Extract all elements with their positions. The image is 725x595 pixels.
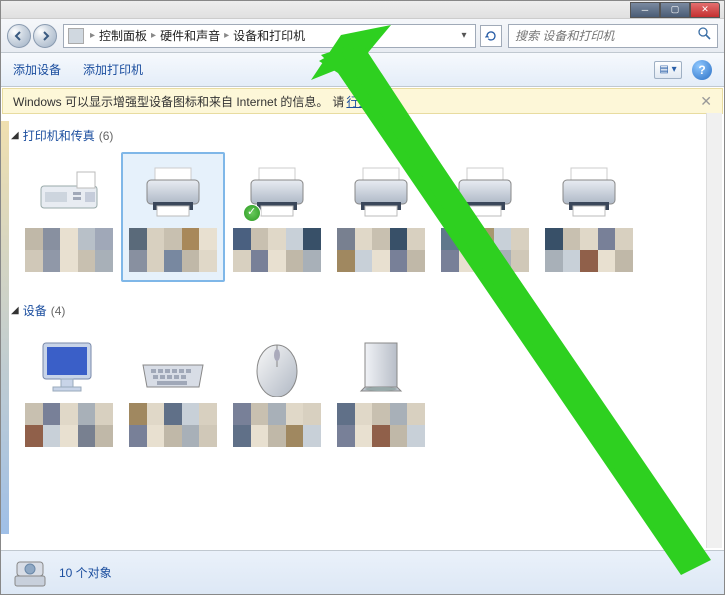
maximize-button[interactable]: ▢ — [660, 2, 690, 18]
breadcrumb-devices-printers[interactable]: 设备和打印机 — [229, 27, 309, 44]
info-bar: Windows 可以显示增强型设备图标和来自 Internet 的信息。 请 行… — [2, 88, 723, 114]
drive-icon — [345, 335, 417, 399]
search-input[interactable] — [515, 29, 697, 43]
printer-icon — [241, 160, 313, 224]
explorer-window: ─ ▢ ✕ ▸ 控制面板 ▸ 硬件和声音 ▸ 设备和打印机 ▾ — [0, 0, 725, 595]
device-item[interactable] — [17, 152, 121, 282]
minimize-button[interactable]: ─ — [630, 2, 660, 18]
devices-count: (4) — [51, 304, 66, 318]
breadcrumb: ▸ 控制面板 ▸ 硬件和声音 ▸ 设备和打印机 — [90, 27, 457, 44]
printer-icon — [553, 160, 625, 224]
label-blur — [129, 403, 217, 447]
search-box[interactable] — [508, 24, 718, 48]
label-blur — [233, 228, 321, 272]
keyboard-icon — [137, 335, 209, 399]
device-item[interactable] — [433, 152, 537, 282]
location-icon — [68, 28, 84, 44]
refresh-button[interactable] — [480, 25, 502, 47]
device-item[interactable] — [537, 152, 641, 282]
toolbar: 添加设备 添加打印机 ▤ ▾ ? — [1, 53, 724, 87]
printers-title: 打印机和传真 — [23, 127, 95, 144]
add-device-link[interactable]: 添加设备 — [13, 61, 61, 78]
navigation-bar: ▸ 控制面板 ▸ 硬件和声音 ▸ 设备和打印机 ▾ — [1, 19, 724, 53]
label-blur — [25, 228, 113, 272]
info-link[interactable]: 行更改... — [346, 93, 392, 110]
printer-icon — [137, 160, 209, 224]
close-button[interactable]: ✕ — [690, 2, 720, 18]
device-item[interactable] — [329, 152, 433, 282]
label-blur — [233, 403, 321, 447]
status-text: 10 个对象 — [59, 564, 112, 581]
info-close-button[interactable]: ✕ — [700, 93, 712, 110]
nav-buttons — [7, 24, 57, 48]
collapse-arrow-icon: ◢ — [11, 130, 19, 141]
printers-grid — [1, 148, 724, 298]
titlebar: ─ ▢ ✕ — [1, 1, 724, 19]
breadcrumb-control-panel[interactable]: 控制面板 — [95, 27, 151, 44]
printer-icon — [449, 160, 521, 224]
info-text: Windows 可以显示增强型设备图标和来自 Internet 的信息。 — [13, 93, 328, 110]
monitor-icon — [33, 335, 105, 399]
device-item[interactable] — [225, 327, 329, 457]
label-blur — [441, 228, 529, 272]
printer-icon — [345, 160, 417, 224]
forward-button[interactable] — [33, 24, 57, 48]
breadcrumb-hardware-sound[interactable]: 硬件和声音 — [156, 27, 224, 44]
help-button[interactable]: ? — [692, 60, 712, 80]
mouse-icon — [241, 335, 313, 399]
label-blur — [337, 228, 425, 272]
status-icon — [13, 558, 47, 588]
device-item[interactable] — [17, 327, 121, 457]
device-item[interactable] — [225, 152, 329, 282]
default-check-icon — [243, 204, 261, 222]
collapse-arrow-icon: ◢ — [11, 305, 19, 316]
add-printer-link[interactable]: 添加打印机 — [83, 61, 143, 78]
status-bar: 10 个对象 — [1, 550, 724, 594]
printers-section-header[interactable]: ◢ 打印机和传真 (6) — [1, 123, 724, 148]
back-button[interactable] — [7, 24, 31, 48]
label-blur — [25, 403, 113, 447]
view-options-button[interactable]: ▤ ▾ — [654, 61, 682, 79]
label-blur — [545, 228, 633, 272]
window-controls: ─ ▢ ✕ — [630, 2, 720, 18]
devices-title: 设备 — [23, 302, 47, 319]
devices-section-header[interactable]: ◢ 设备 (4) — [1, 298, 724, 323]
address-bar[interactable]: ▸ 控制面板 ▸ 硬件和声音 ▸ 设备和打印机 ▾ — [63, 24, 476, 48]
devices-grid — [1, 323, 724, 473]
printers-count: (6) — [99, 129, 114, 143]
search-icon[interactable] — [697, 26, 711, 45]
vertical-scrollbar[interactable] — [706, 113, 722, 548]
fax-icon — [33, 160, 105, 224]
label-blur — [337, 403, 425, 447]
label-blur — [129, 228, 217, 272]
address-dropdown[interactable]: ▾ — [457, 30, 471, 41]
device-item[interactable] — [121, 152, 225, 282]
content-area: ◢ 打印机和传真 (6) — [1, 115, 724, 535]
device-item[interactable] — [329, 327, 433, 457]
info-text-gap: 请 — [332, 93, 344, 110]
left-edge-decor — [1, 121, 9, 534]
device-item[interactable] — [121, 327, 225, 457]
